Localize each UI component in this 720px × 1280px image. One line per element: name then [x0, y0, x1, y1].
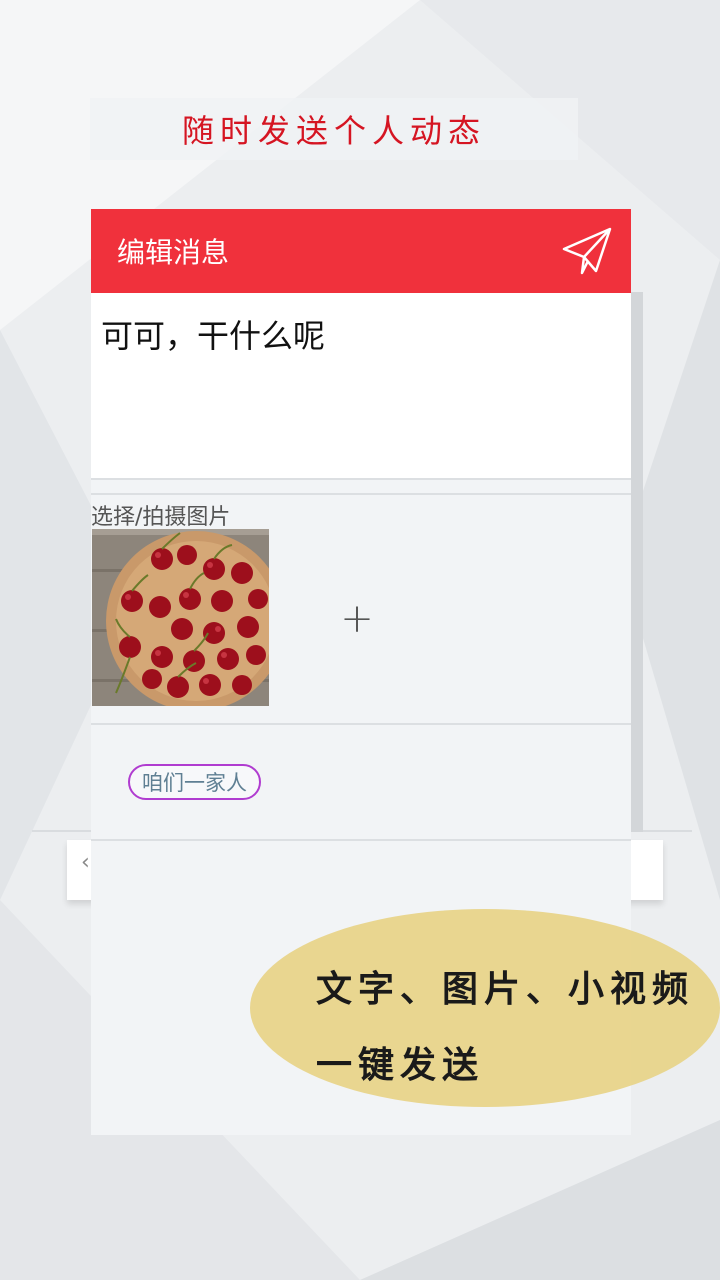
callout-line-1: 文字、图片、小视频 — [316, 968, 695, 1010]
divider — [91, 493, 631, 495]
message-input[interactable]: 可可，干什么呢 — [91, 293, 631, 480]
cherries-photo — [92, 529, 269, 706]
group-tag[interactable]: 咱们一家人 — [128, 764, 261, 800]
callout-line-2: 一键发送 — [316, 1044, 485, 1086]
add-image-button[interactable]: + — [327, 589, 387, 649]
promo-title: 随时发送个人动态 — [90, 98, 578, 160]
divider — [91, 839, 631, 841]
paper-plane-icon — [562, 227, 612, 275]
message-text: 可可，干什么呢 — [101, 317, 326, 355]
send-button[interactable] — [557, 223, 617, 279]
app-bar: 编辑消息 — [91, 209, 631, 293]
scroll-shadow — [631, 292, 643, 832]
divider — [91, 723, 631, 725]
chevron-left-icon: ‹ — [81, 850, 90, 875]
image-thumbnail[interactable] — [92, 529, 269, 706]
page-title: 编辑消息 — [117, 236, 230, 269]
image-picker-label: 选择/拍摄图片 — [91, 505, 231, 530]
